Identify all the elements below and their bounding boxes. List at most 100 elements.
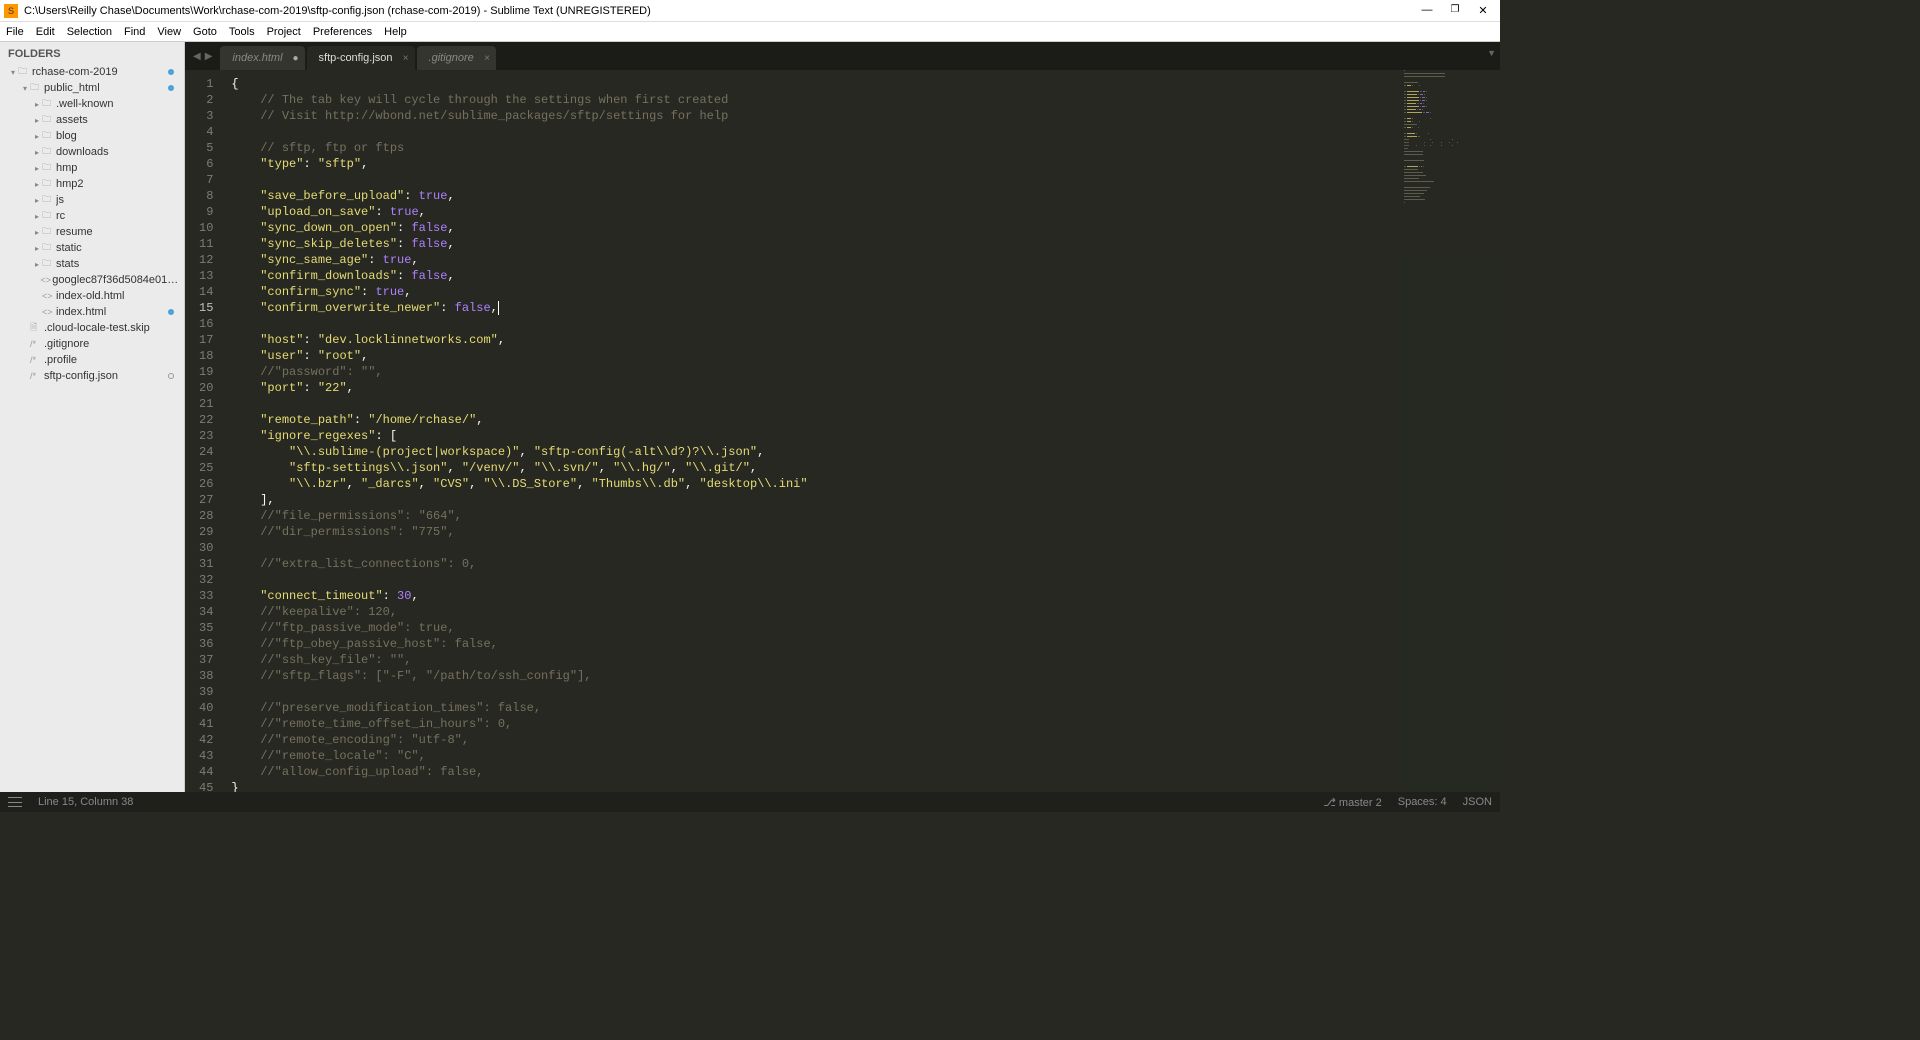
code-line[interactable]: "upload_on_save": true, xyxy=(223,204,1500,220)
code-line[interactable]: // The tab key will cycle through the se… xyxy=(223,92,1500,108)
menu-project[interactable]: Project xyxy=(267,26,301,38)
folder-icon: 🗀 xyxy=(42,192,56,208)
menu-selection[interactable]: Selection xyxy=(67,26,112,38)
code-icon: <> xyxy=(42,291,56,301)
menu-tools[interactable]: Tools xyxy=(229,26,255,38)
code-line[interactable]: "connect_timeout": 30, xyxy=(223,588,1500,604)
comment-icon: /* xyxy=(30,371,44,381)
code-line[interactable] xyxy=(223,572,1500,588)
tab-close-icon[interactable] xyxy=(293,53,299,64)
tree-item[interactable]: /*.profile xyxy=(0,352,184,368)
code-line[interactable]: // sftp, ftp or ftps xyxy=(223,140,1500,156)
tab-switcher-button[interactable]: ▼ xyxy=(1487,48,1496,58)
code-line[interactable] xyxy=(223,316,1500,332)
tree-item[interactable]: ▸🗀hmp2 xyxy=(0,176,184,192)
tree-item[interactable]: ▸🗀.well-known xyxy=(0,96,184,112)
close-button[interactable]: ✕ xyxy=(1476,4,1490,17)
tab[interactable]: index.html xyxy=(220,46,304,70)
tree-label: static xyxy=(56,242,82,254)
tree-item[interactable]: ▸🗀blog xyxy=(0,128,184,144)
tree-item[interactable]: ▾🗀public_html xyxy=(0,80,184,96)
tree-item[interactable]: 🗎.cloud-locale-test.skip xyxy=(0,320,184,336)
tree-label: .well-known xyxy=(56,98,113,110)
code-line[interactable]: "host": "dev.locklinnetworks.com", xyxy=(223,332,1500,348)
code-line[interactable]: "sync_down_on_open": false, xyxy=(223,220,1500,236)
tree-item[interactable]: ▸🗀assets xyxy=(0,112,184,128)
code-line[interactable]: //"file_permissions": "664", xyxy=(223,508,1500,524)
tab[interactable]: sftp-config.json× xyxy=(307,46,415,70)
tree-item[interactable]: ▸🗀hmp xyxy=(0,160,184,176)
code-line[interactable]: "sync_skip_deletes": false, xyxy=(223,236,1500,252)
menu-help[interactable]: Help xyxy=(384,26,407,38)
code-line[interactable] xyxy=(223,540,1500,556)
tree-item[interactable]: ▸🗀resume xyxy=(0,224,184,240)
code-line[interactable]: //"extra_list_connections": 0, xyxy=(223,556,1500,572)
code-line[interactable]: "confirm_downloads": false, xyxy=(223,268,1500,284)
tree-item[interactable]: ▸🗀stats xyxy=(0,256,184,272)
tree-item[interactable]: <>index-old.html xyxy=(0,288,184,304)
code-line[interactable]: "confirm_sync": true, xyxy=(223,284,1500,300)
code-line[interactable]: ], xyxy=(223,492,1500,508)
tab-close-icon[interactable]: × xyxy=(403,53,409,64)
code-line[interactable] xyxy=(223,396,1500,412)
code-line[interactable]: "port": "22", xyxy=(223,380,1500,396)
tree-item[interactable]: /*.gitignore xyxy=(0,336,184,352)
menu-find[interactable]: Find xyxy=(124,26,145,38)
console-toggle-icon[interactable] xyxy=(8,797,22,807)
code-line[interactable]: //"sftp_flags": ["-F", "/path/to/ssh_con… xyxy=(223,668,1500,684)
code-line[interactable]: //"preserve_modification_times": false, xyxy=(223,700,1500,716)
tab[interactable]: .gitignore× xyxy=(417,46,496,70)
nav-forward-button[interactable]: ▶ xyxy=(205,51,213,62)
menu-view[interactable]: View xyxy=(157,26,181,38)
tree-item[interactable]: /*sftp-config.json xyxy=(0,368,184,384)
tree-item[interactable]: ▸🗀downloads xyxy=(0,144,184,160)
code-line[interactable] xyxy=(223,684,1500,700)
code-line[interactable]: "sync_same_age": true, xyxy=(223,252,1500,268)
code-line[interactable] xyxy=(223,172,1500,188)
tree-item[interactable]: ▸🗀rc xyxy=(0,208,184,224)
code-line[interactable]: //"allow_config_upload": false, xyxy=(223,764,1500,780)
status-syntax[interactable]: JSON xyxy=(1463,796,1492,809)
menu-edit[interactable]: Edit xyxy=(36,26,55,38)
tree-item[interactable]: <>googlec87f36d5084e0177.html xyxy=(0,272,184,288)
code-line[interactable]: //"password": "", xyxy=(223,364,1500,380)
tab-close-icon[interactable]: × xyxy=(484,53,490,64)
code-view[interactable]: { // The tab key will cycle through the … xyxy=(223,70,1500,792)
tree-item[interactable]: <>index.html xyxy=(0,304,184,320)
code-line[interactable] xyxy=(223,124,1500,140)
code-line[interactable]: "save_before_upload": true, xyxy=(223,188,1500,204)
menu-preferences[interactable]: Preferences xyxy=(313,26,372,38)
menu-goto[interactable]: Goto xyxy=(193,26,217,38)
code-line[interactable]: "\\.bzr", "_darcs", "CVS", "\\.DS_Store"… xyxy=(223,476,1500,492)
tree-item[interactable]: ▾🗀rchase-com-2019 xyxy=(0,64,184,80)
minimap[interactable] xyxy=(1400,70,1500,792)
editor-body[interactable]: 1234567891011121314151617181920212223242… xyxy=(185,70,1500,792)
tree-label: googlec87f36d5084e0177.html xyxy=(52,274,180,286)
code-line[interactable]: // Visit http://wbond.net/sublime_packag… xyxy=(223,108,1500,124)
code-line[interactable]: //"keepalive": 120, xyxy=(223,604,1500,620)
code-line[interactable]: //"remote_locale": "C", xyxy=(223,748,1500,764)
maximize-button[interactable]: ❐ xyxy=(1448,4,1462,17)
code-line[interactable]: //"remote_encoding": "utf-8", xyxy=(223,732,1500,748)
code-line[interactable]: //"ftp_passive_mode": true, xyxy=(223,620,1500,636)
code-line[interactable]: "sftp-settings\\.json", "/venv/", "\\.sv… xyxy=(223,460,1500,476)
code-line[interactable]: "user": "root", xyxy=(223,348,1500,364)
code-line[interactable]: "remote_path": "/home/rchase/", xyxy=(223,412,1500,428)
code-line[interactable]: } xyxy=(223,780,1500,792)
minimize-button[interactable]: — xyxy=(1420,4,1434,17)
code-line[interactable]: //"remote_time_offset_in_hours": 0, xyxy=(223,716,1500,732)
code-line[interactable]: { xyxy=(223,76,1500,92)
status-branch[interactable]: ⎇ master 2 xyxy=(1323,796,1382,809)
code-line[interactable]: //"ftp_obey_passive_host": false, xyxy=(223,636,1500,652)
code-line[interactable]: //"dir_permissions": "775", xyxy=(223,524,1500,540)
code-line[interactable]: "confirm_overwrite_newer": false, xyxy=(223,300,1500,316)
code-line[interactable]: "ignore_regexes": [ xyxy=(223,428,1500,444)
code-line[interactable]: "type": "sftp", xyxy=(223,156,1500,172)
status-spaces[interactable]: Spaces: 4 xyxy=(1398,796,1447,809)
tree-item[interactable]: ▸🗀static xyxy=(0,240,184,256)
nav-back-button[interactable]: ◀ xyxy=(193,51,201,62)
code-line[interactable]: "\\.sublime-(project|workspace)", "sftp-… xyxy=(223,444,1500,460)
code-line[interactable]: //"ssh_key_file": "", xyxy=(223,652,1500,668)
menu-file[interactable]: File xyxy=(6,26,24,38)
tree-item[interactable]: ▸🗀js xyxy=(0,192,184,208)
